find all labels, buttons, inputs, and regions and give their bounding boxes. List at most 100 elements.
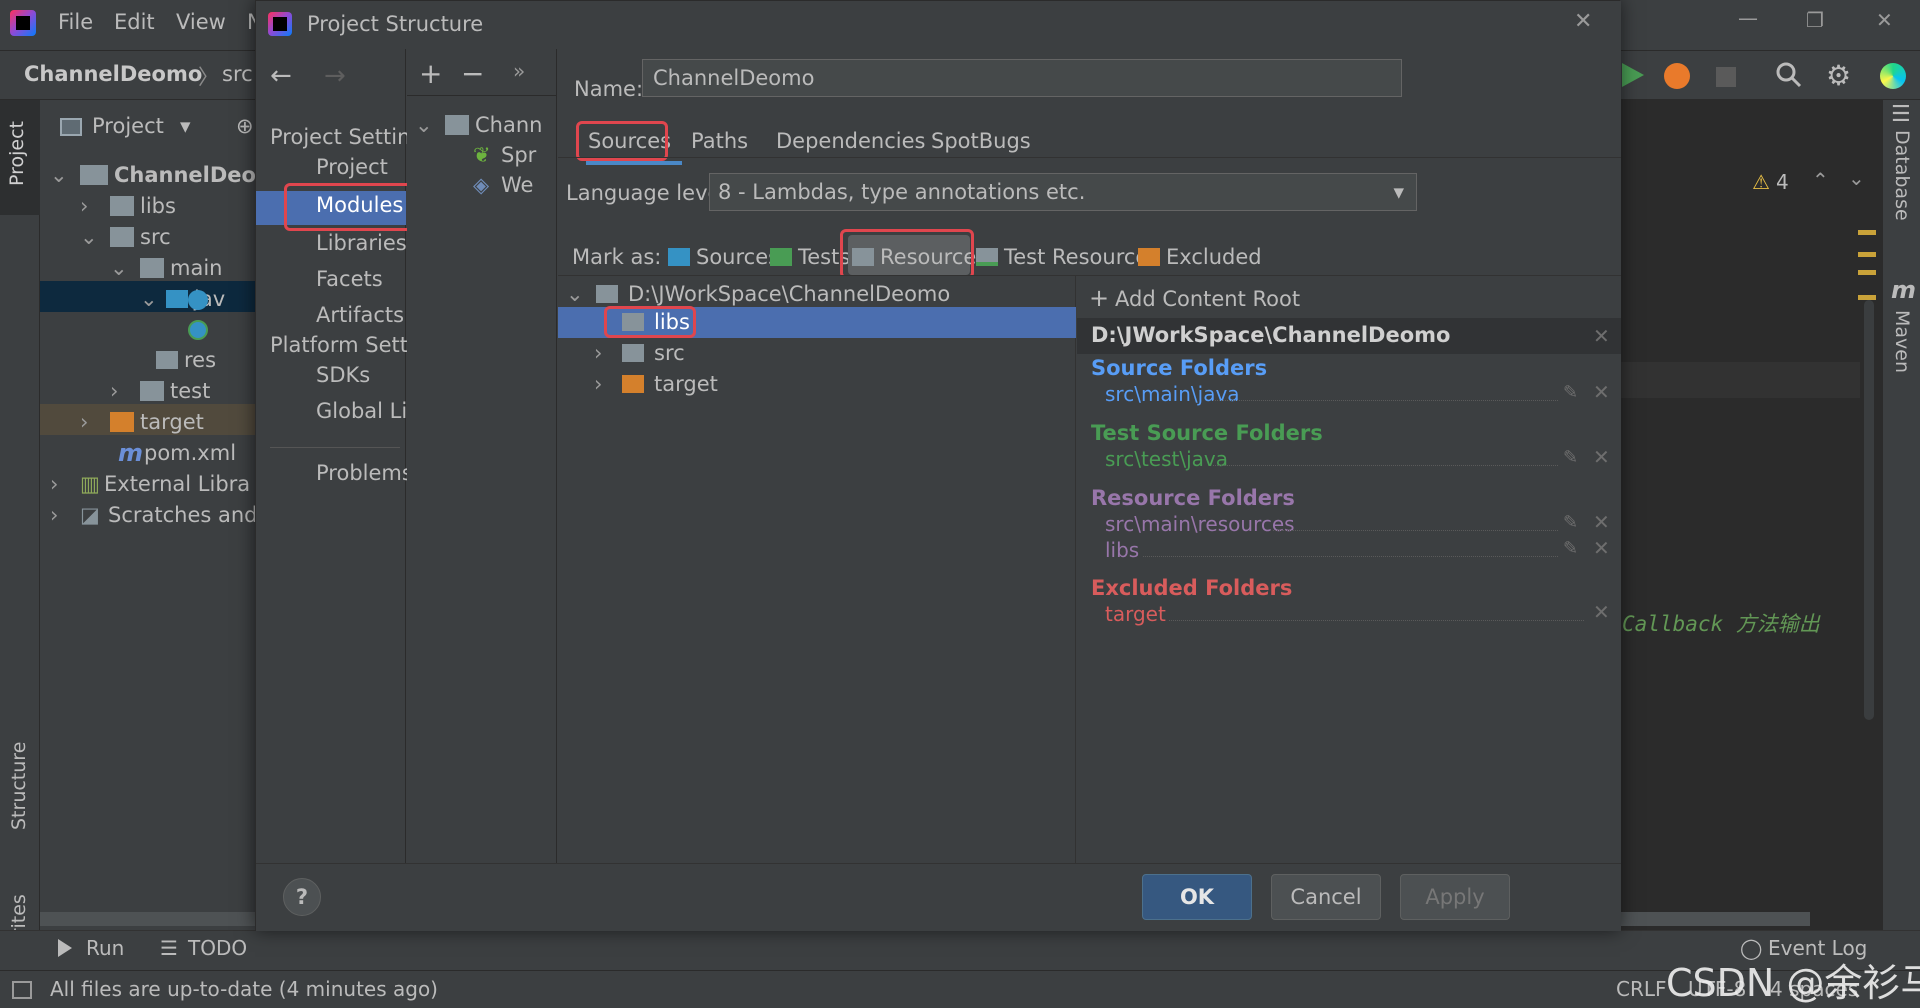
nav-item-project[interactable]: Project <box>316 155 388 179</box>
tab-dependencies[interactable]: Dependencies <box>776 129 925 153</box>
nav-item-facets[interactable]: Facets <box>316 267 383 291</box>
target-icon[interactable]: ⊕ <box>236 114 254 138</box>
database-tool-tab[interactable]: Database <box>1891 130 1913 221</box>
remove-root-icon[interactable]: ✕ <box>1593 324 1610 348</box>
line-separator[interactable]: CRLF <box>1616 977 1667 1001</box>
nav-item-sdks[interactable]: SDKs <box>316 363 370 387</box>
more-icon[interactable]: » <box>513 59 525 83</box>
search-icon[interactable] <box>1775 61 1803 89</box>
folder-icon <box>622 344 644 362</box>
warning-count[interactable]: 4 <box>1776 170 1789 194</box>
project-tool-tab[interactable]: Project <box>6 121 28 186</box>
edit-icon[interactable]: ✎ <box>1563 512 1578 533</box>
restore-button[interactable]: ❐ <box>1806 8 1824 32</box>
profile-icon[interactable] <box>1664 63 1690 89</box>
content-row-target[interactable]: › target <box>594 366 718 402</box>
mark-as-test-resources[interactable]: Test Resources <box>976 245 1159 269</box>
maven-tool-tab[interactable]: Maven <box>1891 310 1913 373</box>
close-window-button[interactable]: ✕ <box>1876 8 1893 32</box>
module-name-input[interactable] <box>642 59 1402 97</box>
gear-icon[interactable]: ⚙ <box>1826 59 1851 92</box>
dialog-title-bar: Project Structure ✕ <box>256 1 1621 49</box>
module-label: We <box>501 173 534 197</box>
add-content-root-link[interactable]: Add Content Root <box>1115 287 1300 311</box>
leader-dots <box>1213 465 1558 466</box>
nav-item-problems[interactable]: Problems <box>316 461 413 485</box>
source-folders-title: Source Folders <box>1091 356 1268 380</box>
left-tool-window-bar: Project Structure Favorites ★ <box>0 100 40 1007</box>
mark-as-tests[interactable]: Tests <box>770 245 850 269</box>
mark-as-sources[interactable]: Sources <box>668 245 779 269</box>
chevron-right-icon: › <box>50 503 59 527</box>
test-source-folders-title: Test Source Folders <box>1091 421 1323 445</box>
remove-icon[interactable]: − <box>461 57 484 90</box>
help-button[interactable]: ? <box>283 878 321 916</box>
resource-folders-title: Resource Folders <box>1091 486 1295 510</box>
menu-view[interactable]: View <box>176 10 226 34</box>
menu-edit[interactable]: Edit <box>114 10 155 34</box>
content-root-label: D:\JWorkSpace\ChannelDeomo <box>628 282 951 306</box>
section-platform-settings: Platform Sett <box>270 333 408 357</box>
tree-row-java[interactable]: ⌄ jav <box>140 281 225 317</box>
highlight-sources-tab <box>576 121 668 161</box>
tree-row-scratches[interactable]: › ◪ Scratches and <box>50 497 258 533</box>
cancel-button[interactable]: Cancel <box>1271 874 1381 920</box>
nav-item-global-libraries[interactable]: Global Li <box>316 399 407 423</box>
chevron-right-icon: › <box>80 410 89 434</box>
chevron-down-icon: ⌄ <box>140 287 158 311</box>
test-resource-folder-icon <box>976 248 998 266</box>
nav-item-artifacts[interactable]: Artifacts <box>316 303 404 327</box>
edit-icon[interactable]: ✎ <box>1563 538 1578 559</box>
ok-button[interactable]: OK <box>1142 874 1252 920</box>
minimize-button[interactable]: — <box>1738 6 1758 30</box>
next-highlight-icon[interactable]: ⌄ <box>1848 166 1865 190</box>
horizontal-scrollbar[interactable] <box>40 912 255 926</box>
add-icon[interactable]: + <box>419 57 442 90</box>
tab-paths[interactable]: Paths <box>691 129 748 153</box>
tree-label: Scratches and <box>108 503 258 527</box>
apply-button[interactable]: Apply <box>1400 874 1510 920</box>
toolbox-icon[interactable] <box>1880 63 1906 89</box>
breadcrumb-src[interactable]: src <box>222 62 253 86</box>
run-icon <box>58 939 72 957</box>
mark-as-excluded[interactable]: Excluded <box>1138 245 1262 269</box>
language-level-select[interactable]: 8 - Lambdas, type annotations etc. ▾ <box>709 173 1417 211</box>
remove-icon[interactable]: ✕ <box>1593 510 1610 534</box>
project-view-label[interactable]: Project <box>92 114 164 138</box>
breadcrumb-project[interactable]: ChannelDeomo <box>24 62 202 86</box>
warning-stripe[interactable] <box>1858 230 1876 235</box>
back-arrow-icon[interactable]: ← <box>270 61 292 91</box>
warning-icon: ⚠ <box>1752 170 1770 194</box>
run-tool-tab[interactable]: Run <box>86 936 124 960</box>
horizontal-scrollbar[interactable] <box>1620 912 1810 926</box>
scratches-icon: ◪ <box>80 503 100 527</box>
menu-file[interactable]: File <box>58 10 93 34</box>
remove-icon[interactable]: ✕ <box>1593 536 1610 560</box>
stop-icon[interactable] <box>1716 67 1736 87</box>
remove-icon[interactable]: ✕ <box>1593 600 1610 624</box>
remove-icon[interactable]: ✕ <box>1593 445 1610 469</box>
remove-icon[interactable]: ✕ <box>1593 380 1610 404</box>
toggle-tool-windows-icon[interactable] <box>12 981 32 999</box>
warning-stripe[interactable] <box>1858 252 1876 257</box>
vertical-scrollbar[interactable] <box>1864 300 1874 720</box>
module-label: Spr <box>501 143 537 167</box>
edit-icon[interactable]: ✎ <box>1563 447 1578 468</box>
chevron-right-icon: › <box>110 379 119 403</box>
warning-stripe[interactable] <box>1858 270 1876 275</box>
web-icon: ◈ <box>473 173 490 197</box>
folder-icon <box>140 381 164 401</box>
tab-spotbugs[interactable]: SpotBugs <box>931 129 1031 153</box>
mark-as-label-text: Excluded <box>1166 245 1262 269</box>
structure-tool-tab[interactable]: Structure <box>8 742 30 830</box>
run-icon[interactable] <box>1622 63 1644 87</box>
todo-tool-tab[interactable]: TODO <box>188 936 247 960</box>
previous-highlight-icon[interactable]: ⌃ <box>1812 168 1829 192</box>
forward-arrow-icon[interactable]: → <box>324 61 346 91</box>
edit-icon[interactable]: ✎ <box>1563 382 1578 403</box>
chevron-down-icon[interactable]: ▾ <box>180 114 191 138</box>
module-row-web[interactable]: ◈ We <box>473 167 533 203</box>
close-dialog-button[interactable]: ✕ <box>1574 9 1592 34</box>
language-level-value: 8 - Lambdas, type annotations etc. <box>718 180 1086 204</box>
nav-item-libraries[interactable]: Libraries <box>316 231 407 255</box>
